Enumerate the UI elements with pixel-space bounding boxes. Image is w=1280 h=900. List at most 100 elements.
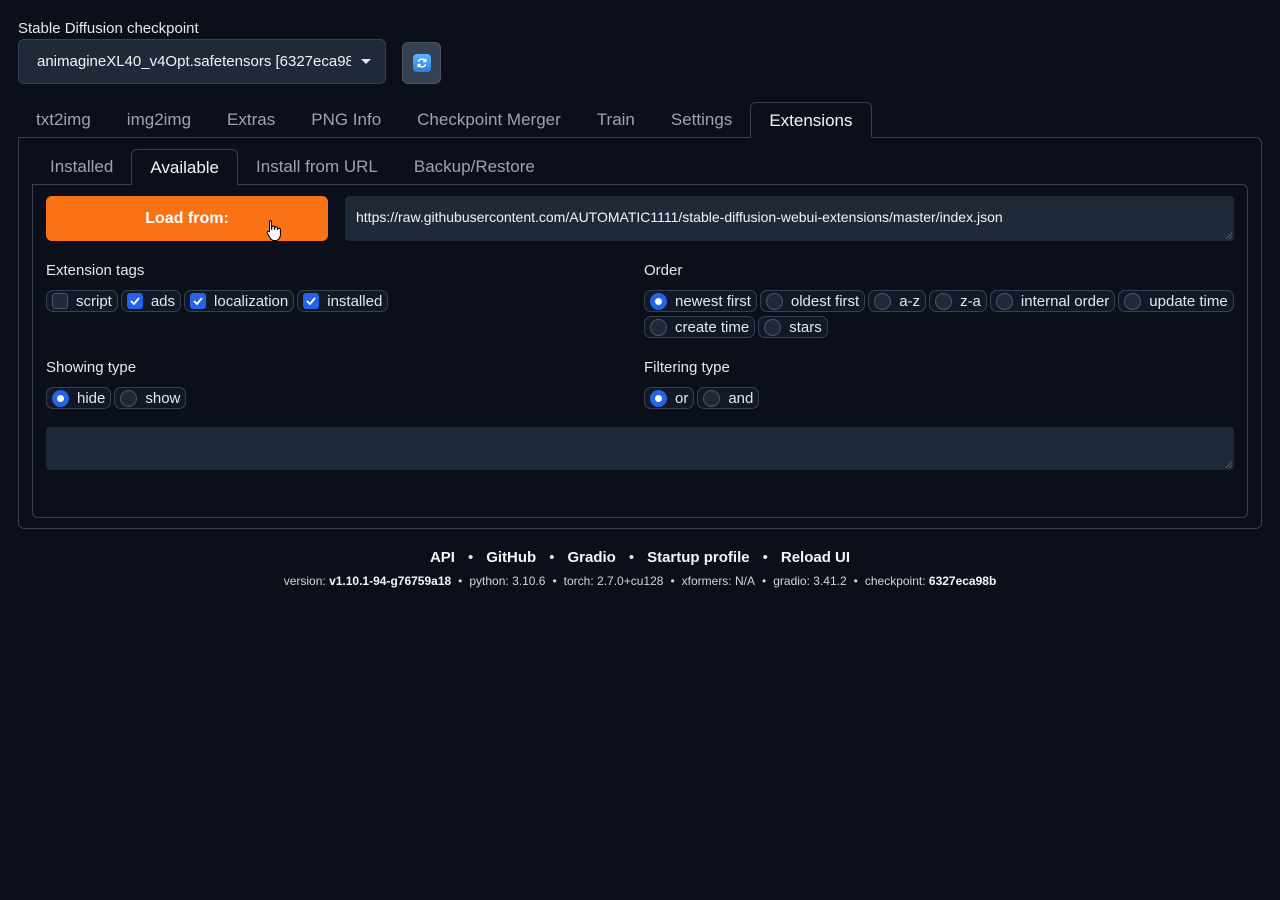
filtering-type-radio-and[interactable]: and — [697, 387, 760, 409]
version-value: v1.10.1-94-g76759a18 — [329, 574, 452, 588]
radio-unselected-icon[interactable] — [764, 318, 782, 336]
tag-checkbox-localization[interactable]: localization — [184, 290, 295, 312]
radio-unselected-icon[interactable] — [765, 292, 783, 310]
tab-checkpoint-merger[interactable]: Checkpoint Merger — [399, 102, 579, 138]
radio-selected-icon[interactable] — [52, 389, 69, 407]
checkbox-checked-icon[interactable] — [126, 293, 143, 309]
bullet-separator: • — [762, 549, 768, 566]
subtab-install-from-url[interactable]: Install from URL — [238, 149, 396, 185]
radio-unselected-icon[interactable] — [650, 318, 667, 336]
resize-handle-icon[interactable] — [1225, 461, 1232, 468]
extension-index-url-input[interactable]: https://raw.githubusercontent.com/AUTOMA… — [345, 196, 1234, 241]
footer-link-startup-profile[interactable]: Startup profile — [647, 549, 750, 566]
subtab-backup-restore[interactable]: Backup/Restore — [396, 149, 553, 185]
order-radio-stars[interactable]: stars — [758, 316, 828, 338]
version-key: python: — [469, 574, 509, 588]
footer-link-gradio[interactable]: Gradio — [567, 549, 615, 566]
footer-link-github[interactable]: GitHub — [486, 549, 536, 566]
tab-train[interactable]: Train — [579, 102, 653, 138]
version-key: version: — [283, 574, 326, 588]
version-value: 2.7.0+cu128 — [597, 574, 664, 588]
checkpoint-value: animagineXL40_v4Opt.safetensors [6327eca… — [37, 53, 351, 70]
order-radio-z-a[interactable]: z-a — [929, 290, 987, 312]
bullet-separator: • — [670, 574, 675, 588]
tag-label: installed — [327, 292, 383, 310]
filtering-type-group: or and — [644, 387, 1234, 409]
hand-cursor-icon — [266, 220, 281, 241]
tab-settings[interactable]: Settings — [653, 102, 750, 138]
footer-link-api[interactable]: API — [430, 549, 455, 566]
order-option-label: a-z — [899, 292, 921, 310]
subtab-installed[interactable]: Installed — [32, 149, 131, 185]
order-radio-a-z[interactable]: a-z — [868, 290, 927, 312]
order-option-label: newest first — [675, 292, 751, 310]
tag-checkbox-script[interactable]: script — [46, 290, 118, 312]
tab-png-info[interactable]: PNG Info — [293, 102, 399, 138]
checkpoint-label: Stable Diffusion checkpoint — [18, 20, 199, 37]
order-option-label: create time — [675, 318, 750, 336]
showing-type-label: Showing type — [46, 359, 137, 376]
radio-unselected-icon[interactable] — [120, 389, 138, 407]
load-from-button[interactable]: Load from: — [46, 196, 328, 241]
filtering-type-label: Filtering type — [644, 359, 730, 376]
radio-unselected-icon[interactable] — [995, 292, 1013, 310]
checkbox-checked-icon[interactable] — [303, 293, 320, 309]
version-key: xformers: — [681, 574, 732, 588]
showing-type-group: hide show — [46, 387, 606, 409]
checkpoint-dropdown[interactable]: animagineXL40_v4Opt.safetensors [6327eca… — [18, 39, 386, 84]
extensions-subtabs: Installed Available Install from URL Backup… — [32, 149, 553, 185]
showing-type-option-label: hide — [77, 389, 106, 407]
showing-type-radio-show[interactable]: show — [114, 387, 187, 409]
order-radio-internal-order[interactable]: internal order — [989, 290, 1116, 312]
radio-unselected-icon[interactable] — [874, 292, 892, 310]
chevron-down-icon — [361, 59, 371, 64]
radio-unselected-icon[interactable] — [1124, 292, 1142, 310]
order-option-label: update time — [1149, 292, 1228, 310]
order-radio-update-time[interactable]: update time — [1118, 290, 1234, 312]
radio-unselected-icon[interactable] — [935, 292, 953, 310]
radio-selected-icon[interactable] — [650, 389, 667, 407]
bullet-separator: • — [549, 549, 555, 566]
bullet-separator: • — [762, 574, 767, 588]
order-radio-create-time[interactable]: create time — [644, 316, 756, 338]
order-label: Order — [644, 262, 683, 279]
filtering-type-radio-or[interactable]: or — [644, 387, 695, 409]
version-value: 3.10.6 — [512, 574, 546, 588]
main-tabs: txt2img img2img Extras PNG Info Checkpoint M… — [18, 102, 872, 138]
extension-tags-group: script ads localization installed — [46, 290, 606, 312]
order-radio-oldest-first[interactable]: oldest first — [759, 290, 866, 312]
order-option-label: oldest first — [790, 292, 860, 310]
extension-tags-label: Extension tags — [46, 262, 145, 279]
showing-type-radio-hide[interactable]: hide — [46, 387, 112, 409]
radio-unselected-icon[interactable] — [703, 389, 721, 407]
radio-selected-icon[interactable] — [650, 292, 667, 310]
bullet-separator: • — [467, 549, 474, 566]
tab-extensions[interactable]: Extensions — [750, 102, 872, 138]
version-key: torch: — [563, 574, 594, 588]
version-key: checkpoint: — [864, 574, 926, 588]
order-option-label: stars — [789, 318, 822, 336]
refresh-checkpoint-button[interactable] — [402, 42, 441, 84]
subtab-available[interactable]: Available — [131, 149, 239, 185]
bullet-separator: • — [853, 574, 858, 588]
showing-type-option-label: show — [145, 389, 181, 407]
search-textarea[interactable] — [46, 427, 1234, 470]
tab-extras[interactable]: Extras — [209, 102, 293, 138]
bullet-separator: • — [552, 574, 557, 588]
tag-checkbox-ads[interactable]: ads — [120, 290, 182, 312]
filtering-type-option-label: and — [728, 389, 754, 407]
tab-txt2img[interactable]: txt2img — [18, 102, 109, 138]
version-value: 6327eca98b — [928, 574, 997, 588]
checkbox-unchecked-icon[interactable] — [52, 293, 68, 309]
tab-img2img[interactable]: img2img — [109, 102, 209, 138]
tag-checkbox-installed[interactable]: installed — [297, 290, 389, 312]
resize-handle-icon[interactable] — [1225, 232, 1232, 239]
order-radio-newest-first[interactable]: newest first — [644, 290, 757, 312]
footer-link-reload-ui[interactable]: Reload UI — [781, 549, 850, 566]
refresh-icon — [412, 54, 431, 72]
filtering-type-option-label: or — [675, 389, 689, 407]
extension-index-url-value: https://raw.githubusercontent.com/AUTOMA… — [356, 209, 1003, 225]
order-option-label: internal order — [1020, 292, 1110, 310]
checkbox-checked-icon[interactable] — [190, 293, 207, 309]
tag-label: localization — [214, 292, 289, 310]
